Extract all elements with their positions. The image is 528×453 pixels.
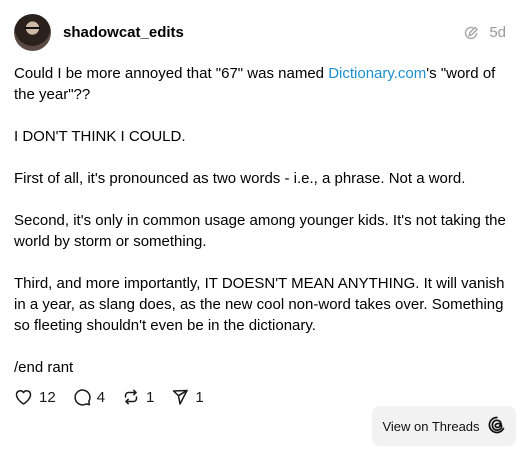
heart-icon (14, 388, 33, 406)
action-bar: 12 4 1 1 (14, 388, 204, 406)
paragraph-6: /end rant (14, 359, 74, 376)
post-time: 5d (489, 24, 506, 41)
threads-logo-icon (488, 416, 506, 437)
reply-button[interactable]: 4 (73, 388, 105, 406)
reply-icon (73, 388, 91, 406)
share-count: 1 (195, 388, 204, 406)
repost-icon (122, 388, 140, 406)
paragraph-2: I DON'T THINK I COULD. (14, 128, 186, 145)
dictionary-link[interactable]: Dictionary.com (328, 65, 426, 82)
post-body: Could I be more annoyed that "67" was na… (14, 63, 509, 378)
username[interactable]: shadowcat_edits (63, 24, 184, 41)
paragraph-4: Second, it's only in common usage among … (14, 212, 506, 250)
like-count: 12 (39, 388, 56, 406)
avatar[interactable] (14, 14, 51, 51)
edited-icon (463, 25, 479, 41)
paragraph-3: First of all, it's pronounced as two wor… (14, 170, 466, 187)
repost-button[interactable]: 1 (122, 388, 154, 406)
like-button[interactable]: 12 (14, 388, 56, 406)
view-on-threads-button[interactable]: View on Threads (372, 406, 516, 446)
post-meta: 5d (463, 24, 506, 41)
share-button[interactable]: 1 (171, 388, 204, 406)
repost-count: 1 (146, 388, 155, 406)
reply-count: 4 (96, 388, 106, 406)
view-on-threads-label: View on Threads (382, 418, 480, 434)
paragraph-1: Could I be more annoyed that "67" was na… (14, 65, 496, 103)
paragraph-5: Third, and more importantly, IT DOESN'T … (14, 275, 505, 334)
post-header: shadowcat_edits 5d (14, 14, 514, 52)
share-icon (171, 388, 189, 406)
